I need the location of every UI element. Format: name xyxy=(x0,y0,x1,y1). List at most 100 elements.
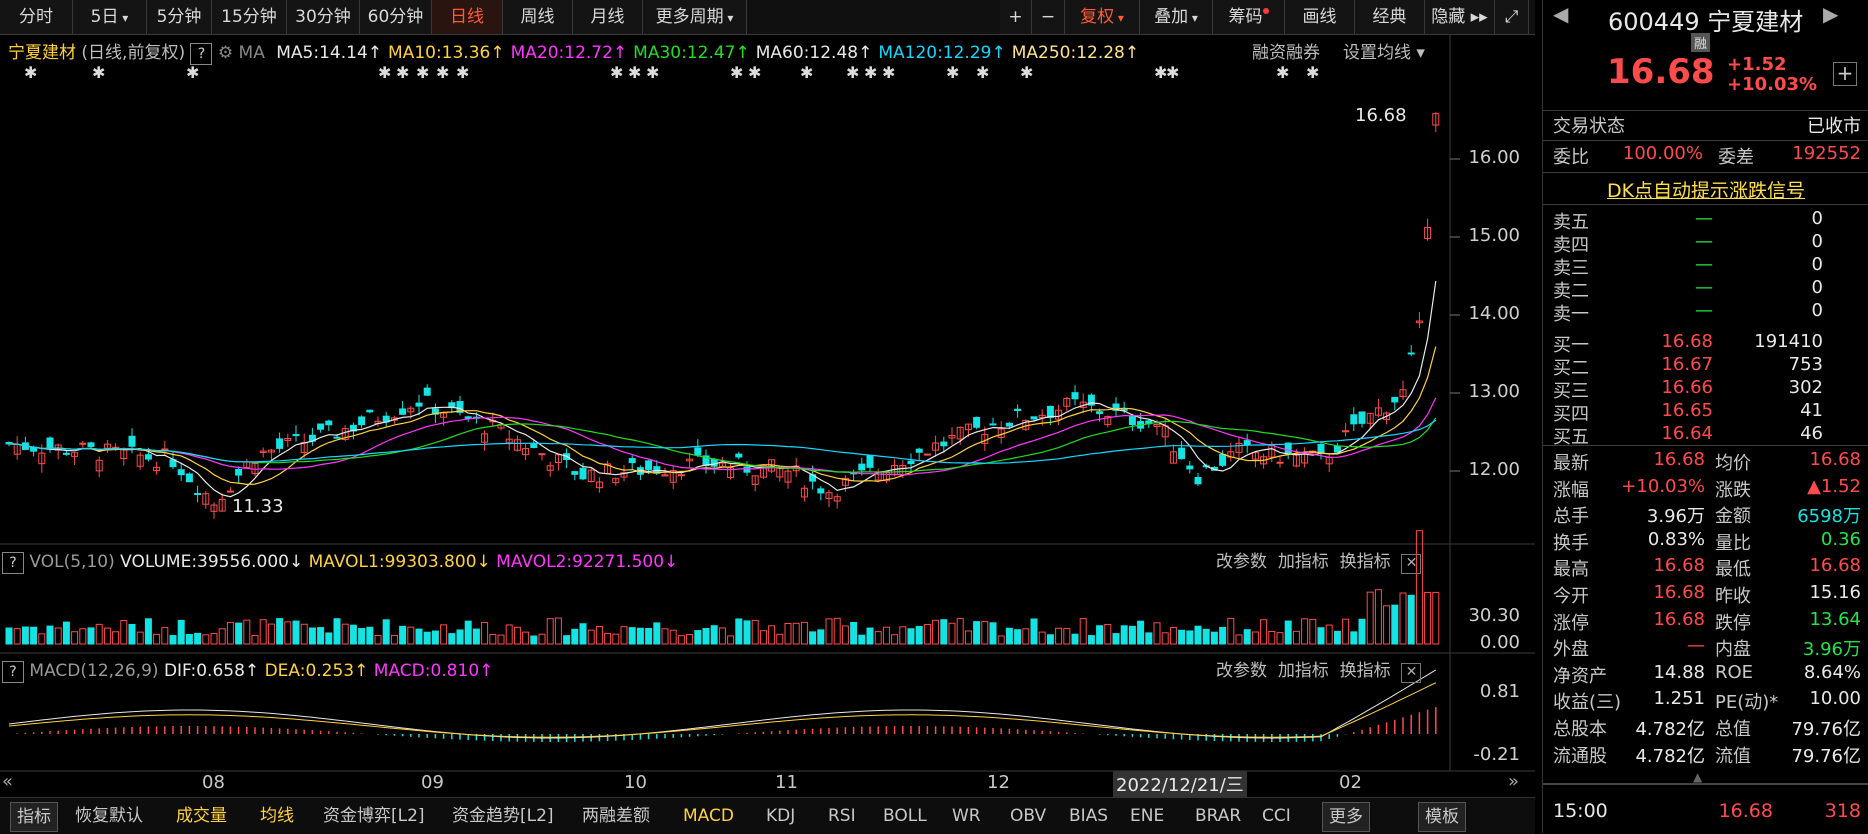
fullscreen-icon[interactable]: ⤢ xyxy=(1495,0,1529,34)
candle-body xyxy=(366,409,374,413)
orderbook-row[interactable]: 买二 16.67 753 xyxy=(1543,354,1868,379)
indicator-tab-1[interactable]: 恢复默认 xyxy=(75,802,143,830)
volume-bar xyxy=(13,628,21,645)
level-price: 16.68 xyxy=(1661,331,1713,352)
volume-bar xyxy=(1186,630,1194,645)
candle-body xyxy=(1276,461,1284,464)
add-indicator-button[interactable]: 加指标 xyxy=(1278,552,1329,572)
orderbook-row[interactable]: 卖五 —0 xyxy=(1543,208,1868,233)
period-tab-5day[interactable]: 5日 xyxy=(73,0,147,34)
indicator-tab-7[interactable]: MACD xyxy=(683,802,734,830)
close-icon[interactable]: ✕ xyxy=(1401,663,1422,683)
volume-bar xyxy=(661,628,669,645)
period-tab-5min[interactable]: 5分钟 xyxy=(147,0,212,34)
period-tab-weekly[interactable]: 周线 xyxy=(503,0,573,34)
orderbook-row[interactable]: 买三 16.66 302 xyxy=(1543,377,1868,402)
edit-params-button[interactable]: 改参数 xyxy=(1216,552,1267,572)
level-volume: 0 xyxy=(1811,300,1823,321)
volume-bar xyxy=(1030,618,1038,645)
fuquan-dropdown[interactable]: 复权 xyxy=(1065,0,1140,34)
indicator-tab-14[interactable]: ENE xyxy=(1130,802,1164,830)
arrow-up-icon: ↑ xyxy=(354,661,369,681)
scroll-right-icon[interactable]: » xyxy=(1508,771,1519,792)
orderbook-row[interactable]: 卖二 —0 xyxy=(1543,277,1868,302)
more-periods-dropdown[interactable]: 更多周期 xyxy=(643,0,747,34)
indicator-tab-4[interactable]: 资金博弈[L2] xyxy=(323,802,425,830)
period-tab-15min[interactable]: 15分钟 xyxy=(212,0,287,34)
volume-bar xyxy=(1235,634,1243,645)
volume-bar xyxy=(997,635,1005,645)
stat-label: 流值 xyxy=(1715,745,1751,767)
help-icon[interactable]: ? xyxy=(2,552,24,574)
prev-stock-icon[interactable]: ◀ xyxy=(1553,2,1568,26)
switch-indicator-button[interactable]: 换指标 xyxy=(1340,552,1391,572)
switch-indicator-button[interactable]: 换指标 xyxy=(1340,661,1391,681)
indicator-tab-0[interactable]: 指标 xyxy=(10,802,58,832)
volume-bar xyxy=(481,621,489,645)
period-tab-fenshi[interactable]: 分时 xyxy=(0,0,73,34)
period-tab-30min[interactable]: 30分钟 xyxy=(287,0,360,34)
volume-bar xyxy=(87,627,95,645)
indicator-tab-17[interactable]: 更多 xyxy=(1322,802,1370,832)
draw-line-button[interactable]: 画线 xyxy=(1285,0,1355,34)
candle-body xyxy=(333,436,341,439)
scroll-left-icon[interactable]: « xyxy=(2,771,13,792)
chip-distribution-button[interactable]: 筹码 xyxy=(1213,0,1285,34)
indicator-tab-2[interactable]: 成交量 xyxy=(176,802,227,830)
orderbook-row[interactable]: 买四 16.65 41 xyxy=(1543,400,1868,425)
volume-bar xyxy=(1194,625,1202,645)
orderbook-row[interactable]: 卖三 —0 xyxy=(1543,254,1868,279)
period-tab-daily[interactable]: 日线 xyxy=(432,0,503,34)
orderbook-row[interactable]: 卖四 —0 xyxy=(1543,231,1868,256)
volume-bar xyxy=(973,621,981,645)
indicator-tab-6[interactable]: 两融差额 xyxy=(582,802,650,830)
volume-bar xyxy=(46,625,54,645)
period-tab-monthly[interactable]: 月线 xyxy=(573,0,643,34)
help-icon[interactable]: ? xyxy=(2,661,24,683)
add-watchlist-icon[interactable]: + xyxy=(1833,62,1857,86)
collapse-icon[interactable]: ▲ xyxy=(1693,770,1702,784)
edit-params-button[interactable]: 改参数 xyxy=(1216,661,1267,681)
zoom-out-button[interactable]: − xyxy=(1032,0,1065,34)
indicator-tab-15[interactable]: BRAR xyxy=(1195,802,1241,830)
level-label: 卖一 xyxy=(1553,304,1589,325)
zoom-in-button[interactable]: + xyxy=(1000,0,1032,34)
volume-bar xyxy=(1169,627,1177,645)
candle-body xyxy=(628,458,636,464)
stat-row: 净资产 14.88 ROE 8.64% xyxy=(1543,662,1868,688)
dk-signal-link[interactable]: DK点自动提示涨跌信号 xyxy=(1543,176,1868,203)
orderbook-row[interactable]: 卖一 — 0 xyxy=(1543,300,1868,325)
candle-body xyxy=(735,453,743,458)
indicator-tab-11[interactable]: WR xyxy=(952,802,981,830)
next-stock-icon[interactable]: ▶ xyxy=(1823,2,1838,26)
volume-bar xyxy=(464,620,472,645)
indicator-tabs: 指标 恢复默认 成交量 均线 资金博弈[L2] 资金趋势[L2] 两融差额 MACD KDJ RS… xyxy=(0,797,1535,834)
stat-value: 10.00 xyxy=(1809,688,1861,710)
indicator-tab-10[interactable]: BOLL xyxy=(883,802,927,830)
event-marker-icon: ✱ xyxy=(1166,63,1179,82)
indicator-tab-3[interactable]: 均线 xyxy=(260,802,294,830)
stat-label: 外盘 xyxy=(1553,639,1589,661)
indicator-tab-12[interactable]: OBV xyxy=(1010,802,1046,830)
hide-button[interactable]: 隐藏 ▸▸ xyxy=(1425,0,1495,34)
indicator-tab-16[interactable]: CCI xyxy=(1262,802,1291,830)
period-tab-60min[interactable]: 60分钟 xyxy=(360,0,432,34)
indicator-tab-13[interactable]: BIAS xyxy=(1069,802,1108,830)
indicator-tab-9[interactable]: RSI xyxy=(828,802,856,830)
stat-value: 79.76亿 xyxy=(1791,745,1861,767)
orderbook-row[interactable]: 买一 16.68 191410 xyxy=(1543,331,1868,356)
add-indicator-button[interactable]: 加指标 xyxy=(1278,661,1329,681)
event-marker-icon: ✱ xyxy=(24,63,37,82)
orderbook-row[interactable]: 买五 16.64 46 xyxy=(1543,423,1868,448)
divider xyxy=(1543,783,1868,785)
indicator-tab-8[interactable]: KDJ xyxy=(766,802,795,830)
indicator-tab-18[interactable]: 模板 xyxy=(1418,802,1466,832)
stat-label: 涨停 xyxy=(1553,612,1589,634)
indicator-tab-5[interactable]: 资金趋势[L2] xyxy=(452,802,554,830)
tick-price: 16.68 xyxy=(1718,800,1773,822)
stat-row: 换手 0.83% 量比 0.36 xyxy=(1543,529,1868,555)
close-icon[interactable]: ✕ xyxy=(1401,554,1422,574)
overlay-dropdown[interactable]: 叠加 xyxy=(1140,0,1213,34)
volume-bar xyxy=(579,623,587,645)
classic-button[interactable]: 经典 xyxy=(1355,0,1425,34)
